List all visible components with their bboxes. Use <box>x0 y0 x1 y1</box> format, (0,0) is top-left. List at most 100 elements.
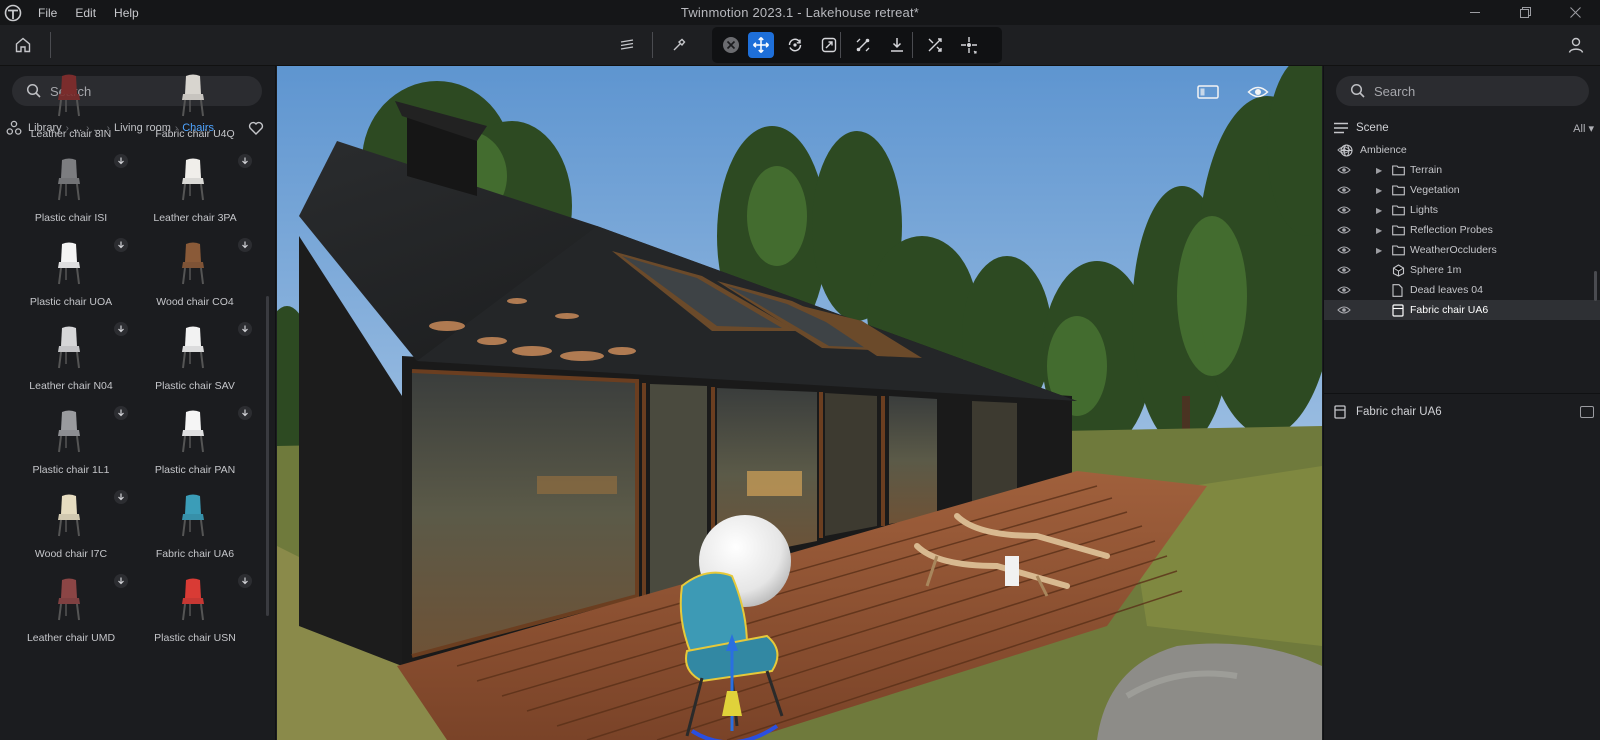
visibility-eye-icon[interactable] <box>1337 205 1351 215</box>
library-item[interactable]: Wood chair CO4 <box>134 236 256 320</box>
chair-thumbnail-icon <box>41 152 97 208</box>
visibility-eye-icon[interactable] <box>1337 225 1351 235</box>
library-item[interactable]: Plastic chair 1L1 <box>10 404 132 488</box>
scene-tree-label: WeatherOccluders <box>1410 244 1497 256</box>
snap-icon[interactable] <box>850 32 876 58</box>
expand-arrow-icon[interactable]: ▶ <box>1376 166 1382 175</box>
visibility-eye-icon[interactable] <box>1337 265 1351 275</box>
library-item[interactable]: Leather chair N04 <box>10 320 132 404</box>
download-icon[interactable] <box>238 406 252 420</box>
scene-tree-item[interactable]: Fabric chair UA6 <box>1324 300 1600 320</box>
deselect-icon[interactable] <box>718 32 744 58</box>
library-item[interactable]: Wood chair I7C <box>10 488 132 572</box>
visibility-eye-icon[interactable] <box>1337 305 1351 315</box>
download-icon[interactable] <box>238 574 252 588</box>
library-item[interactable]: Plastic chair USN <box>134 572 256 656</box>
library-item[interactable]: Plastic chair PAN <box>134 404 256 488</box>
library-item-label: Plastic chair 1L1 <box>32 464 110 476</box>
screen-icon[interactable] <box>1195 82 1221 102</box>
library-scrollbar[interactable] <box>266 296 269 616</box>
library-item[interactable]: Plastic chair SAV <box>134 320 256 404</box>
library-item[interactable]: Fabric chair U4Q <box>134 68 256 152</box>
scene-tree-item[interactable]: ▶ Terrain <box>1324 160 1600 180</box>
visibility-eye-icon[interactable] <box>1337 245 1351 255</box>
library-item-label: Plastic chair ISI <box>34 212 108 224</box>
visibility-eye-icon[interactable] <box>1337 185 1351 195</box>
library-item-label: Wood chair I7C <box>34 548 108 560</box>
scene-tree-item[interactable]: ▶ WeatherOccluders <box>1324 240 1600 260</box>
scene-tree-label: Vegetation <box>1410 184 1460 196</box>
scene-filter-value: All <box>1573 122 1586 135</box>
pivot-icon[interactable] <box>956 32 982 58</box>
library-item-label: Plastic chair PAN <box>154 464 236 476</box>
folder-icon <box>1392 204 1405 216</box>
scene-tree-item[interactable]: ▶ Reflection Probes <box>1324 220 1600 240</box>
visibility-eye-icon[interactable] <box>1337 285 1351 295</box>
expand-arrow-icon[interactable]: ▶ <box>1376 186 1382 195</box>
download-icon[interactable] <box>114 238 128 252</box>
minimize-icon[interactable] <box>1450 0 1500 25</box>
library-item[interactable]: Leather chair 8IN <box>10 68 132 152</box>
menu-help[interactable]: Help <box>105 6 148 20</box>
library-item-label: Leather chair UMD <box>26 632 116 644</box>
library-panel: Search Library › ... › ... › Living room… <box>0 66 276 740</box>
scene-tree-item[interactable]: ▶ Vegetation <box>1324 180 1600 200</box>
library-item-label: Wood chair CO4 <box>156 296 234 308</box>
expand-arrow-icon[interactable]: ▶ <box>1376 246 1382 255</box>
scene-search-input[interactable]: Search <box>1336 76 1589 106</box>
scene-filter-dropdown[interactable]: All ▾ <box>1573 122 1594 135</box>
home-icon[interactable] <box>11 33 35 57</box>
download-icon[interactable] <box>238 238 252 252</box>
download-icon[interactable] <box>114 490 128 504</box>
panel-divider <box>1324 393 1600 394</box>
library-item-label: Plastic chair USN <box>154 632 236 644</box>
properties-header: Fabric chair UA6 <box>1334 402 1594 422</box>
download-icon[interactable] <box>114 406 128 420</box>
random-transform-icon[interactable] <box>922 32 948 58</box>
scene-tree-item[interactable]: Dead leaves 04 <box>1324 280 1600 300</box>
download-icon[interactable] <box>114 154 128 168</box>
scene-scrollbar[interactable] <box>1594 271 1597 301</box>
expand-arrow-icon[interactable]: ▶ <box>1376 206 1382 215</box>
menu-file[interactable]: File <box>29 6 66 20</box>
3d-viewport[interactable] <box>277 66 1322 740</box>
library-item[interactable]: Plastic chair UOA <box>10 236 132 320</box>
scene-tree-item[interactable]: Sphere 1m <box>1324 260 1600 280</box>
library-item[interactable]: Leather chair 3PA <box>134 152 256 236</box>
chair-thumbnail-icon <box>165 572 221 628</box>
library-item[interactable]: Plastic chair ISI <box>10 152 132 236</box>
scene-tree-item[interactable]: ▶ Lights <box>1324 200 1600 220</box>
scene-tree-label: Lights <box>1410 204 1439 216</box>
download-icon[interactable] <box>114 574 128 588</box>
library-item[interactable]: Leather chair UMD <box>10 572 132 656</box>
chair-thumbnail-icon <box>41 404 97 460</box>
eye-icon[interactable] <box>1245 82 1271 102</box>
download-icon[interactable] <box>114 322 128 336</box>
scene-render <box>277 66 1322 740</box>
folder-icon <box>1392 184 1405 196</box>
download-icon[interactable] <box>238 154 252 168</box>
restore-icon[interactable] <box>1500 0 1550 25</box>
visibility-eye-icon[interactable] <box>1337 165 1351 175</box>
close-icon[interactable] <box>1550 0 1600 25</box>
scene-tree-label: Reflection Probes <box>1410 224 1493 236</box>
library-item[interactable]: Fabric chair UA6 <box>134 488 256 572</box>
drop-to-floor-icon[interactable] <box>884 32 910 58</box>
list-icon <box>1334 122 1348 134</box>
scene-tree-item[interactable]: Ambience <box>1324 140 1600 160</box>
layers-icon[interactable] <box>614 32 640 58</box>
library-item-label: Fabric chair UA6 <box>155 548 235 560</box>
rotate-icon[interactable] <box>782 32 808 58</box>
scene-title: Scene <box>1356 122 1389 134</box>
menu-edit[interactable]: Edit <box>66 6 105 20</box>
library-item-label: Leather chair 3PA <box>153 212 237 224</box>
scale-icon[interactable] <box>816 32 842 58</box>
move-icon[interactable] <box>748 32 774 58</box>
user-icon[interactable] <box>1564 33 1588 57</box>
eyedropper-icon[interactable] <box>666 32 692 58</box>
panel-toggle-icon[interactable] <box>1580 406 1594 418</box>
expand-arrow-icon[interactable]: ▶ <box>1376 226 1382 235</box>
folder-icon <box>1392 224 1405 236</box>
sphere-icon <box>1392 264 1405 277</box>
download-icon[interactable] <box>238 322 252 336</box>
